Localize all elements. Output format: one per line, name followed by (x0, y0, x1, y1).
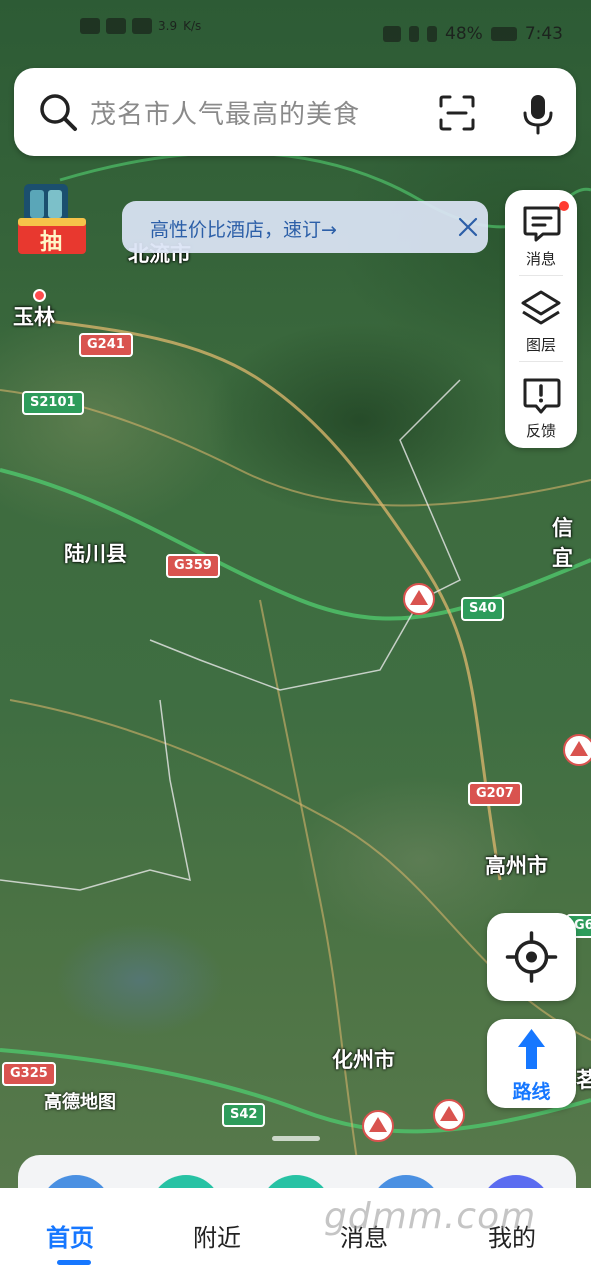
road-badge-g207: G207 (468, 782, 522, 806)
scan-icon[interactable] (438, 94, 476, 132)
road-construction-icon[interactable] (563, 734, 591, 766)
feedback-button[interactable]: 反馈 (505, 362, 577, 446)
route-label: 路线 (512, 1081, 551, 1103)
road-construction-icon[interactable] (403, 583, 435, 615)
route-arrow-icon (518, 1029, 545, 1069)
messages-button[interactable]: 消息 (505, 190, 577, 274)
search-bar[interactable]: 茂名市人气最高的美食 (14, 68, 576, 156)
feedback-icon (523, 378, 561, 414)
notification-dot (559, 201, 569, 211)
layers-button[interactable]: 图层 (505, 276, 577, 360)
panel-item-label: 图层 (525, 336, 556, 354)
crosshair-icon (505, 931, 558, 983)
road-badge-s40: S40 (461, 597, 505, 621)
network-unit: K/s (183, 19, 202, 33)
wifi-icon (132, 18, 152, 34)
battery-icon (490, 27, 517, 41)
bluetooth-icon (409, 26, 420, 42)
map-tools-panel: 消息 图层 反馈 (505, 190, 577, 448)
hotel-promo-tip[interactable]: 高性价比酒店，速订→ (122, 201, 488, 253)
road-construction-icon[interactable] (433, 1099, 465, 1131)
eye-icon (383, 26, 402, 42)
signal-icon (106, 18, 126, 34)
road-badge-g359: G359 (166, 554, 220, 578)
road-badge-g241: G241 (79, 333, 133, 357)
place-label[interactable]: 高州市 (485, 850, 548, 880)
road-badge-g325: G325 (2, 1062, 56, 1086)
road-badge-s2101: S2101 (22, 391, 84, 415)
active-tab-indicator (57, 1260, 91, 1265)
road-badge-s42: S42 (222, 1103, 266, 1127)
message-icon (523, 206, 561, 242)
route-button[interactable]: 路线 (487, 1019, 576, 1108)
search-input[interactable]: 茂名市人气最高的美食 (90, 94, 360, 131)
mic-status-icon (427, 26, 438, 42)
drag-handle[interactable] (272, 1136, 320, 1141)
tab-nearby[interactable]: 附近 (193, 1218, 241, 1253)
status-right: 48% 7:43 (383, 24, 563, 44)
sim-icon (80, 18, 100, 34)
place-label[interactable]: 信宜 (552, 512, 591, 572)
locate-me-button[interactable] (487, 913, 576, 1001)
lottery-promo-badge[interactable]: 抽 (16, 182, 88, 256)
microphone-icon[interactable] (520, 92, 556, 136)
map-provider-watermark: 高德地图 (44, 1092, 116, 1113)
network-speed: 3.9 (158, 19, 178, 33)
promo-label: 抽 (40, 230, 63, 255)
place-label[interactable]: 陆川县 (64, 538, 127, 568)
place-label[interactable]: 化州市 (332, 1044, 395, 1074)
place-label[interactable]: 茗 (576, 1064, 591, 1094)
search-icon[interactable] (36, 90, 80, 134)
road-construction-icon[interactable] (362, 1110, 394, 1142)
place-label[interactable]: 玉林 (13, 301, 55, 331)
status-left: 3.9 K/s (80, 18, 201, 34)
clock: 7:43 (524, 24, 563, 44)
site-watermark: gdmm.com (324, 1196, 537, 1237)
hint-text[interactable]: 高性价比酒店，速订→ (150, 215, 337, 242)
panel-item-label: 消息 (525, 250, 556, 268)
panel-item-label: 反馈 (525, 422, 556, 440)
close-icon[interactable] (456, 215, 480, 239)
battery-percent: 48% (445, 24, 483, 44)
tab-home[interactable]: 首页 (46, 1218, 94, 1253)
status-bar: 3.9 K/s 48% 7:43 (0, 18, 591, 54)
layers-icon (521, 290, 561, 325)
